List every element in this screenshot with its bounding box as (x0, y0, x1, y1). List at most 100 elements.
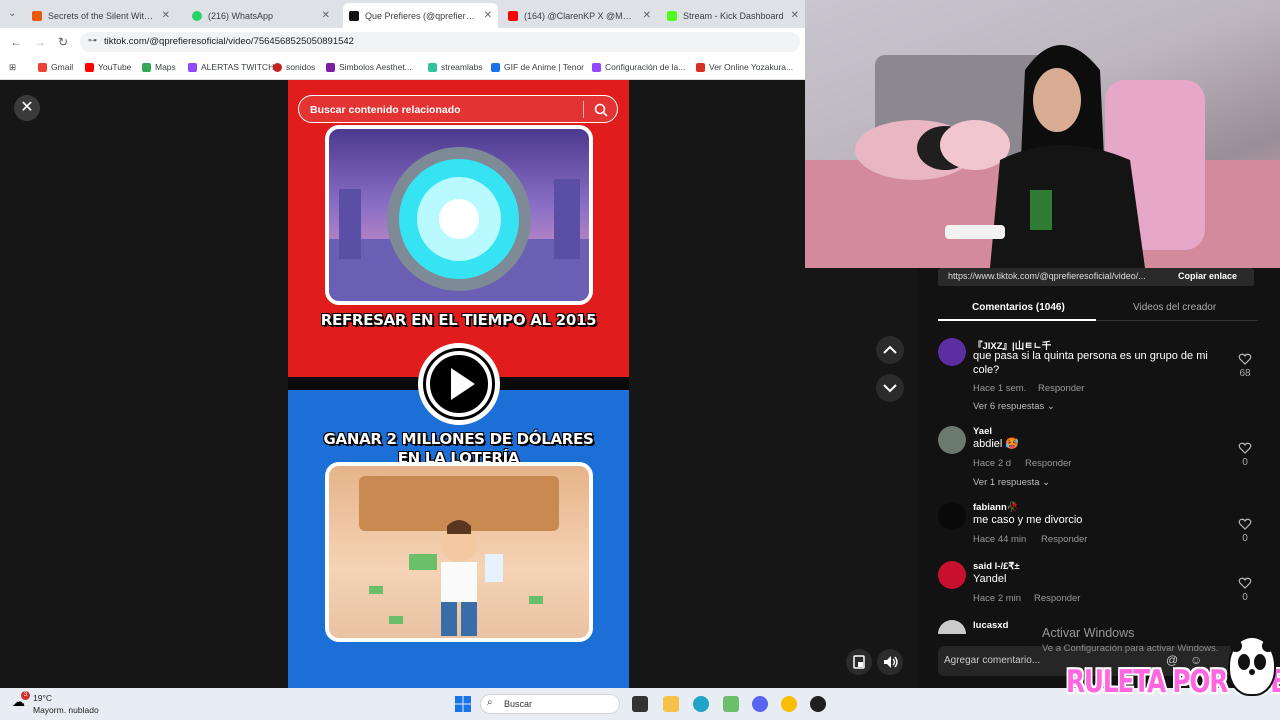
obs-icon[interactable] (810, 696, 826, 712)
site-info-icon[interactable]: ⊶ (88, 35, 97, 46)
comment-text: que pasa si la quinta persona es un grup… (973, 350, 1208, 376)
active-tab-indicator (938, 319, 1096, 321)
url-field[interactable]: ⊶ tiktok.com/@qprefieresoficial/video/75… (80, 32, 800, 52)
taskbar-search-input[interactable]: Buscar (504, 699, 532, 709)
tab-favicon-icon (192, 10, 202, 21)
like-count: 68 (1239, 368, 1251, 379)
browser-tab-active[interactable]: Que Prefieres (@qprefieresoficial) ✕ (343, 3, 498, 28)
panda-mascot-icon (1228, 636, 1276, 696)
comment-text: me caso y me divorcio (973, 514, 1083, 526)
like-count: 0 (1242, 533, 1248, 544)
discord-icon[interactable] (752, 696, 768, 712)
comment-username[interactable]: Yael (973, 426, 992, 437)
browser-tab[interactable]: Secrets of the Silent Witch Mon ✕ (26, 3, 176, 28)
heart-icon[interactable] (1238, 517, 1252, 531)
related-search-bar[interactable]: Buscar contenido relacionado (298, 95, 618, 123)
bookmark-item[interactable]: Gmail (38, 62, 73, 72)
view-replies-button[interactable]: Ver 6 respuestas ⌄ (973, 401, 1055, 412)
bookmark-item[interactable]: Simbolos Aesthet... (326, 62, 412, 72)
browser-tab[interactable]: Stream - Kick Dashboard ✕ (661, 3, 805, 28)
video-player[interactable]: REFRESAR EN EL TIEMPO AL 2015 GANAR 2 MI… (288, 80, 629, 688)
volume-icon (884, 656, 898, 668)
tab-close-icon[interactable]: ✕ (791, 10, 799, 21)
taskbar-search[interactable] (480, 694, 620, 714)
panda-face-icon (1230, 640, 1274, 675)
floating-player-button[interactable] (846, 649, 872, 675)
bookmark-item[interactable]: ALERTAS TWITCH (188, 62, 274, 72)
browser-tab[interactable]: (164) @ClarenKP X @MoraOli ✕ (502, 3, 657, 28)
reload-icon[interactable]: ↻ (58, 35, 68, 49)
bookmark-label: sonidos (286, 62, 316, 72)
previous-video-button[interactable] (876, 336, 904, 364)
tab-comments[interactable]: Comentarios (1046) (972, 302, 1065, 313)
reply-button[interactable]: Responder (1025, 458, 1071, 469)
like-count: 0 (1242, 457, 1248, 468)
bookmark-item[interactable]: Ver Online Yozakura... (696, 62, 793, 72)
bookmark-item[interactable]: Configuración de la... (592, 62, 685, 72)
avatar[interactable] (938, 338, 966, 366)
file-explorer-icon[interactable] (663, 696, 679, 712)
avatar[interactable] (938, 502, 966, 530)
chevron-up-icon (883, 345, 897, 354)
browser-tab[interactable]: (216) WhatsApp ✕ (186, 3, 336, 28)
view-replies-button[interactable]: Ver 1 respuesta ⌄ (973, 477, 1050, 488)
comment-time: Hace 2 min (973, 593, 1022, 604)
heart-icon[interactable] (1238, 352, 1252, 366)
comment-item: 『JIXZ』|山ㅌㄴ千 que pasa si la quinta person… (938, 338, 1258, 418)
chrome-icon[interactable] (781, 696, 797, 712)
comment-text: Yandel (973, 573, 1007, 585)
url-text: tiktok.com/@qprefieresoficial/video/7564… (104, 36, 354, 47)
avatar[interactable] (938, 620, 966, 634)
copy-link-button[interactable]: Copiar enlace (1178, 271, 1237, 281)
activate-windows-title: Activar Windows (1042, 626, 1135, 640)
search-input[interactable]: Buscar contenido relacionado (310, 104, 461, 116)
comment-time: Hace 1 sem. (973, 383, 1027, 394)
avatar[interactable] (938, 561, 966, 589)
bookmark-item[interactable]: streamlabs (428, 62, 483, 72)
bookmark-item[interactable]: GIF de Anime | Tenor (491, 62, 584, 72)
windows-logo-icon (455, 696, 471, 712)
taskbar-search-icon: ⌕ (487, 697, 493, 708)
tab-close-icon[interactable]: ✕ (162, 10, 170, 21)
close-icon[interactable]: ✕ (14, 95, 40, 121)
avatar[interactable] (938, 426, 966, 454)
bookmark-item[interactable]: Maps (142, 62, 176, 72)
next-video-button[interactable] (876, 374, 904, 402)
bookmark-item[interactable]: YouTube (85, 62, 131, 72)
heart-icon[interactable] (1238, 576, 1252, 590)
edge-icon[interactable] (693, 696, 709, 712)
add-comment-input[interactable]: Agregar comentario... (944, 655, 1040, 666)
back-icon[interactable]: ← (10, 35, 22, 49)
tab-close-icon[interactable]: ✕ (484, 10, 492, 21)
play-button[interactable] (418, 343, 500, 425)
task-view-icon[interactable] (632, 696, 648, 712)
tab-creator-videos[interactable]: Videos del creador (1133, 302, 1216, 313)
tab-title: Que Prefieres (@qprefieresoficial) (365, 10, 478, 21)
forward-icon[interactable]: → (34, 35, 46, 49)
reply-button[interactable]: Responder (1034, 593, 1080, 604)
app-icon[interactable] (723, 696, 739, 712)
volume-button[interactable] (877, 649, 903, 675)
bookmarks-bar: ⊞ Gmail YouTube Maps ALERTAS TWITCH soni… (0, 56, 805, 80)
tab-search-chevron-icon[interactable]: ⌄ (8, 8, 16, 19)
reply-button[interactable]: Responder (1038, 383, 1084, 394)
search-icon[interactable] (593, 102, 609, 118)
comment-username[interactable]: lucasxd (973, 620, 1008, 631)
comment-username[interactable]: fabiann🥀 (973, 502, 1019, 513)
reply-button[interactable]: Responder (1041, 534, 1087, 545)
apps-icon[interactable]: ⊞ (9, 62, 16, 73)
tab-close-icon[interactable]: ✕ (643, 10, 651, 21)
bookmark-item[interactable]: sonidos (273, 62, 315, 72)
tab-close-icon[interactable]: ✕ (322, 10, 330, 21)
tab-favicon-icon (667, 10, 677, 21)
activate-windows-subtitle: Ve a Configuración para activar Windows. (1042, 643, 1219, 654)
bookmark-label: YouTube (98, 62, 132, 72)
comment-item: fabiann🥀 me caso y me divorcio Hace 44 m… (938, 502, 1258, 552)
lottery-winner-illustration-icon (359, 476, 559, 636)
start-icon[interactable] (455, 696, 471, 712)
search-separator (583, 101, 584, 118)
heart-icon[interactable] (1238, 441, 1252, 455)
comment-username[interactable]: said l-/£₹± (973, 561, 1020, 572)
bookmark-label: GIF de Anime | Tenor (504, 62, 585, 72)
like-count: 0 (1242, 592, 1248, 603)
